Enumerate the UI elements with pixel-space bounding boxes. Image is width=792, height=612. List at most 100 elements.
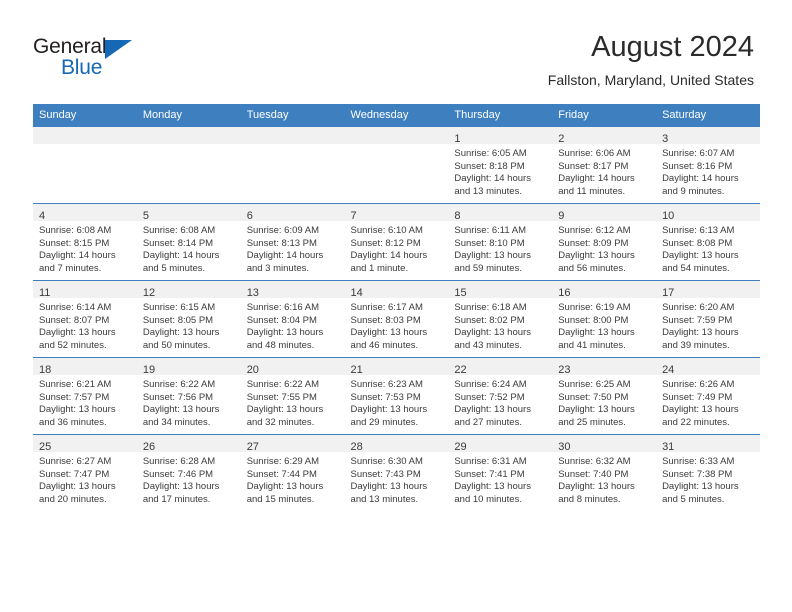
calendar-day-cell[interactable]: 5 Sunrise: 6:08 AM Sunset: 8:14 PM Daylight… [136,203,241,281]
calendar-day-cell[interactable]: 31 Sunrise: 6:33 AM Sunset: 7:38 PM Dayligh… [656,434,760,511]
daylight-duration-line1: Daylight: 14 hours [662,173,739,185]
day-cell-details: Sunrise: 6:20 AM Sunset: 7:59 PM Daylight:… [656,298,760,352]
day-number-band: 13 [240,281,345,299]
day-number-band: 19 [136,358,241,376]
daylight-duration-line1: Daylight: 13 hours [662,404,739,416]
calendar-day-cell[interactable]: 4 Sunrise: 6:08 AM Sunset: 8:15 PM Daylight… [33,203,137,281]
daylight-duration-line1: Daylight: 13 hours [142,327,220,339]
sunset-time: Sunset: 8:07 PM [39,314,110,326]
calendar-day-cell[interactable]: 22 Sunrise: 6:24 AM Sunset: 7:52 PM Dayligh… [448,357,553,435]
day-cell-details: Sunrise: 6:31 AM Sunset: 7:41 PM Daylight:… [448,452,552,506]
sunrise-time: Sunrise: 6:20 AM [662,302,735,313]
calendar-day-cell[interactable]: 30 Sunrise: 6:32 AM Sunset: 7:40 PM Dayligh… [552,434,657,511]
day-cell-details: Sunrise: 6:05 AM Sunset: 8:18 PM Daylight:… [448,144,552,198]
calendar-day-cell[interactable]: 20 Sunrise: 6:22 AM Sunset: 7:55 PM Dayligh… [240,357,345,435]
daylight-duration-line2: and 25 minutes. [558,416,626,428]
weekday-header-monday: Monday [136,104,241,127]
day-number: 8 [454,210,461,222]
day-number: 19 [142,364,156,376]
day-number: 12 [142,287,156,299]
daylight-duration-line2: and 20 minutes. [39,493,107,505]
daylight-duration-line1: Daylight: 13 hours [142,481,220,493]
day-number-band: 14 [344,281,449,299]
calendar-day-cell[interactable]: 29 Sunrise: 6:31 AM Sunset: 7:41 PM Dayligh… [448,434,553,511]
day-number-band: 6 [240,204,345,222]
day-cell-details: Sunrise: 6:27 AM Sunset: 7:47 PM Daylight:… [33,452,137,506]
day-number: 10 [662,210,675,222]
sunrise-time: Sunrise: 6:14 AM [39,302,112,313]
day-cell-details: Sunrise: 6:28 AM Sunset: 7:46 PM Daylight:… [137,452,241,506]
calendar-day-cell[interactable]: 3 Sunrise: 6:07 AM Sunset: 8:16 PM Daylight… [656,127,760,204]
day-number: 2 [558,133,565,145]
calendar-day-cell[interactable]: 24 Sunrise: 6:26 AM Sunset: 7:49 PM Dayligh… [656,357,760,435]
day-number-band: 9 [552,204,657,222]
calendar-day-cell[interactable]: 10 Sunrise: 6:13 AM Sunset: 8:08 PM Dayligh… [656,203,760,281]
daylight-duration-line2: and 50 minutes. [142,339,211,351]
sunrise-time: Sunrise: 6:15 AM [142,302,216,313]
calendar-day-cell[interactable]: 6 Sunrise: 6:09 AM Sunset: 8:13 PM Daylight… [240,203,345,281]
calendar-page: General Blue August 2024 Fallston, Maryl… [0,0,792,612]
sunrise-time: Sunrise: 6:10 AM [350,225,423,236]
daylight-duration-line2: and 13 minutes. [350,493,419,505]
daylight-duration-line1: Daylight: 13 hours [558,250,635,262]
calendar-day-cell[interactable]: 9 Sunrise: 6:12 AM Sunset: 8:09 PM Daylight… [552,203,657,281]
sunrise-time: Sunrise: 6:24 AM [454,379,527,390]
daylight-duration-line2: and 46 minutes. [350,339,419,351]
daylight-duration-line1: Daylight: 14 hours [39,250,116,262]
calendar-day-cell[interactable]: 28 Sunrise: 6:30 AM Sunset: 7:43 PM Dayligh… [344,434,449,511]
day-cell-details: Sunrise: 6:08 AM Sunset: 8:15 PM Daylight:… [33,221,137,275]
calendar-day-cell[interactable]: 11 Sunrise: 6:14 AM Sunset: 8:07 PM Dayligh… [33,280,137,358]
day-number: 20 [246,364,259,376]
daylight-duration-line2: and 36 minutes. [39,416,107,428]
calendar-day-cell[interactable]: 16 Sunrise: 6:19 AM Sunset: 8:00 PM Dayligh… [552,280,657,358]
daylight-duration-line1: Daylight: 13 hours [39,327,116,339]
sunset-time: Sunset: 8:15 PM [39,237,110,249]
calendar-day-cell[interactable]: 17 Sunrise: 6:20 AM Sunset: 7:59 PM Dayligh… [656,280,760,358]
day-number-band [240,127,345,144]
day-number: 3 [662,133,669,145]
calendar-day-cell[interactable]: 18 Sunrise: 6:21 AM Sunset: 7:57 PM Dayligh… [33,357,137,435]
sunset-time: Sunset: 8:05 PM [142,314,214,326]
daylight-duration-line1: Daylight: 13 hours [662,481,739,493]
daylight-duration-line2: and 22 minutes. [662,416,730,428]
calendar-day-cell[interactable]: 2 Sunrise: 6:06 AM Sunset: 8:17 PM Daylight… [552,127,657,204]
calendar-day-cell[interactable]: 26 Sunrise: 6:28 AM Sunset: 7:46 PM Dayligh… [136,434,241,511]
calendar-day-cell[interactable]: 13 Sunrise: 6:16 AM Sunset: 8:04 PM Dayligh… [240,280,345,358]
day-cell-details: Sunrise: 6:23 AM Sunset: 7:53 PM Daylight:… [345,375,449,429]
calendar-day-cell[interactable]: 8 Sunrise: 6:11 AM Sunset: 8:10 PM Daylight… [448,203,553,281]
sunset-time: Sunset: 7:50 PM [558,391,629,403]
page-subtitle: Fallston, Maryland, United States [547,72,754,88]
day-number-band: 17 [656,281,760,299]
calendar-table: Sunday Monday Tuesday Wednesday Thursday… [33,104,760,511]
daylight-duration-line1: Daylight: 13 hours [142,404,220,416]
day-number-band: 28 [344,435,449,453]
sunset-time: Sunset: 7:38 PM [662,468,733,480]
sunrise-time: Sunrise: 6:19 AM [558,302,631,313]
calendar-day-cell[interactable]: 21 Sunrise: 6:23 AM Sunset: 7:53 PM Dayligh… [344,357,449,435]
daylight-duration-line1: Daylight: 13 hours [246,481,324,493]
calendar-day-cell-empty [136,127,241,204]
calendar-day-cell[interactable]: 14 Sunrise: 6:17 AM Sunset: 8:03 PM Dayligh… [344,280,449,358]
calendar-day-cell[interactable]: 25 Sunrise: 6:27 AM Sunset: 7:47 PM Dayligh… [33,434,137,511]
calendar-day-cell[interactable]: 27 Sunrise: 6:29 AM Sunset: 7:44 PM Dayligh… [240,434,345,511]
calendar-day-cell[interactable]: 7 Sunrise: 6:10 AM Sunset: 8:12 PM Daylight… [344,203,449,281]
day-cell-details: Sunrise: 6:06 AM Sunset: 8:17 PM Daylight:… [552,144,656,198]
daylight-duration-line1: Daylight: 14 hours [558,173,635,185]
calendar-day-cell[interactable]: 23 Sunrise: 6:25 AM Sunset: 7:50 PM Dayligh… [552,357,657,435]
day-number-band: 22 [448,358,553,376]
calendar-day-cell[interactable]: 12 Sunrise: 6:15 AM Sunset: 8:05 PM Dayligh… [136,280,241,358]
calendar-day-cell[interactable]: 1 Sunrise: 6:05 AM Sunset: 8:18 PM Daylight… [448,127,553,204]
daylight-duration-line1: Daylight: 13 hours [558,481,635,493]
daylight-duration-line2: and 32 minutes. [246,416,315,428]
daylight-duration-line2: and 59 minutes. [454,262,522,274]
calendar-day-cell[interactable]: 15 Sunrise: 6:18 AM Sunset: 8:02 PM Dayligh… [448,280,553,358]
generalblue-logo[interactable]: General Blue [33,36,158,81]
day-number: 28 [350,441,363,453]
calendar-day-cell[interactable]: 19 Sunrise: 6:22 AM Sunset: 7:56 PM Dayligh… [136,357,241,435]
daylight-duration-line1: Daylight: 13 hours [39,481,116,493]
logo-text-general: General [33,35,107,58]
day-number-band [344,127,449,144]
day-number-band: 31 [656,435,760,453]
day-number: 31 [662,441,675,453]
sunset-time: Sunset: 7:52 PM [454,391,525,403]
